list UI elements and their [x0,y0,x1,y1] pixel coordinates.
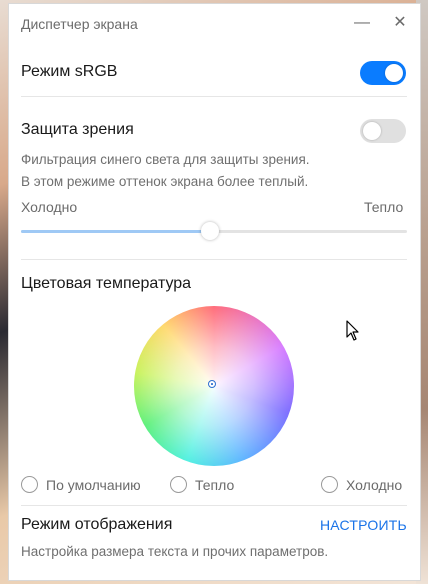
srgb-label: Режим sRGB [21,63,118,80]
eye-protection-label: Защита зрения [21,121,134,138]
slider-max-label: Тепло [364,199,404,215]
divider [21,505,407,506]
slider-min-label: Холодно [21,199,78,215]
display-mode-description: Настройка размера текста и прочих параме… [21,544,329,559]
slider-thumb[interactable] [201,222,220,240]
toggle-knob [363,122,381,140]
radio-default-label: По умолчанию [46,476,141,493]
eye-protection-toggle[interactable] [360,119,406,143]
radio-cold[interactable]: Холодно [321,476,402,493]
srgb-toggle[interactable] [360,61,406,85]
radio-circle [321,476,338,493]
close-icon[interactable]: ✕ [388,12,412,36]
configure-link[interactable]: НАСТРОИТЬ [320,517,407,533]
minimize-icon[interactable]: — [350,12,374,36]
radio-circle [21,476,38,493]
mouse-cursor-icon [346,320,359,341]
radio-cold-label: Холодно [346,476,403,493]
divider [21,259,407,260]
radio-warm[interactable]: Тепло [170,476,234,493]
radio-default[interactable]: По умолчанию [21,476,141,493]
radio-circle [170,476,187,493]
warmth-slider[interactable] [21,222,407,240]
color-temperature-label: Цветовая температура [21,275,192,292]
toggle-knob [385,64,403,82]
color-wheel[interactable] [134,306,294,466]
divider [21,96,407,97]
color-picker-marker[interactable] [208,380,216,388]
title-bar: Диспетчер экрана — ✕ [9,4,420,42]
eye-protection-description-2: В этом режиме оттенок экрана более теплы… [21,174,309,189]
window-title: Диспетчер экрана [21,16,138,32]
radio-warm-label: Тепло [195,476,235,493]
eye-protection-description-1: Фильтрация синего света для защиты зрени… [21,152,310,167]
display-mode-label: Режим отображения [21,516,173,533]
slider-fill [21,230,211,233]
display-manager-window: Диспетчер экрана — ✕ Режим sRGB Защита з… [9,4,420,580]
